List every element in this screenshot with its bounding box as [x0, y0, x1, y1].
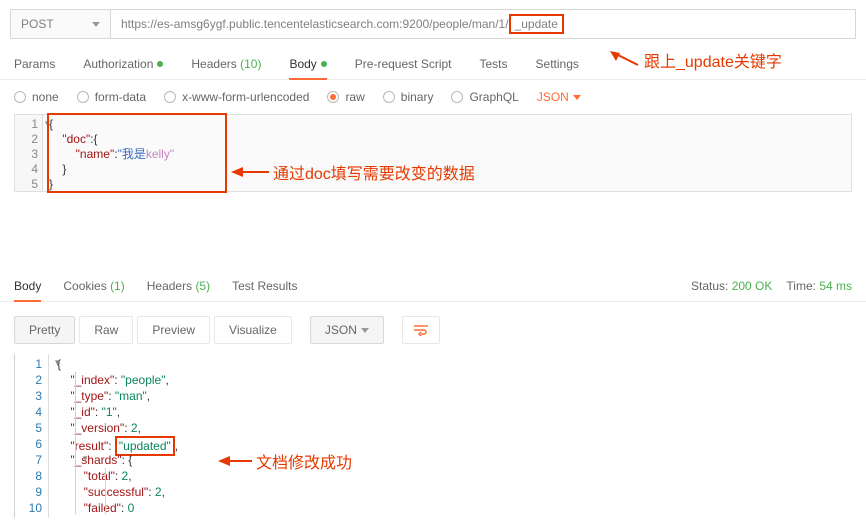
resp-tab-cookies[interactable]: Cookies (1) — [63, 271, 124, 301]
tab-body[interactable]: Body — [289, 49, 326, 79]
resp-format-select[interactable]: JSON — [310, 316, 384, 344]
btn-wrap[interactable] — [402, 316, 440, 344]
url-highlight-box: _update — [509, 14, 564, 34]
http-method-value: POST — [21, 17, 54, 31]
chevron-down-icon — [573, 95, 581, 100]
body-format-select[interactable]: JSON — [537, 90, 581, 104]
arrow-icon — [218, 454, 252, 468]
indent-guide — [75, 372, 76, 514]
fold-icon: ▾ — [55, 357, 60, 368]
arrow-icon — [231, 164, 269, 180]
indent-guide — [105, 468, 106, 514]
response-body-editor[interactable]: 12345678910 ▾ ▾ { "_index": "people", "_… — [14, 354, 852, 518]
annotation-url: 跟上_update关键字 — [610, 48, 782, 72]
http-method-select[interactable]: POST — [10, 9, 110, 39]
tab-prerequest[interactable]: Pre-request Script — [355, 49, 452, 79]
body-type-radios: none form-data x-www-form-urlencoded raw… — [0, 80, 866, 114]
radio-raw[interactable]: raw — [327, 90, 364, 104]
radio-binary[interactable]: binary — [383, 90, 434, 104]
code-area: { "_index": "people", "_type": "man", "_… — [49, 354, 852, 518]
annotation-body: 通过doc填写需要改变的数据 — [231, 160, 475, 184]
radio-graphql[interactable]: GraphQL — [451, 90, 518, 104]
radio-none[interactable]: none — [14, 90, 59, 104]
chevron-down-icon — [92, 22, 100, 27]
tab-authorization[interactable]: Authorization — [83, 49, 163, 79]
btn-visualize[interactable]: Visualize — [214, 316, 292, 344]
response-status: Status: 200 OK Time: 54 ms — [691, 279, 852, 293]
btn-raw[interactable]: Raw — [79, 316, 133, 344]
line-gutter: 12345 — [15, 115, 43, 191]
arrow-icon — [610, 51, 640, 69]
radio-formdata[interactable]: form-data — [77, 90, 146, 104]
wrap-icon — [413, 324, 429, 336]
fold-icon: ▾ — [45, 118, 50, 129]
resp-tab-headers[interactable]: Headers (5) — [147, 271, 210, 301]
annotation-result: 文档修改成功 — [218, 449, 352, 473]
url-input[interactable]: https://es-amsg6ygf.public.tencentelasti… — [110, 9, 856, 39]
resp-tab-body[interactable]: Body — [14, 271, 41, 301]
resp-tab-tests[interactable]: Test Results — [232, 271, 297, 301]
tab-headers[interactable]: Headers (10) — [191, 49, 261, 79]
response-tabs-row: Body Cookies (1) Headers (5) Test Result… — [0, 270, 866, 302]
chevron-down-icon — [361, 328, 369, 333]
tab-params[interactable]: Params — [14, 49, 55, 79]
tab-tests[interactable]: Tests — [480, 49, 508, 79]
dot-icon — [157, 61, 163, 67]
fold-icon: ▾ — [83, 453, 88, 464]
radio-urlencoded[interactable]: x-www-form-urlencoded — [164, 90, 309, 104]
btn-pretty[interactable]: Pretty — [14, 316, 75, 344]
tab-settings[interactable]: Settings — [536, 49, 579, 79]
url-text: https://es-amsg6ygf.public.tencentelasti… — [121, 17, 509, 31]
btn-preview[interactable]: Preview — [137, 316, 210, 344]
dot-icon — [321, 61, 327, 67]
response-controls: Pretty Raw Preview Visualize JSON — [0, 302, 866, 354]
line-gutter: 12345678910 — [15, 354, 49, 518]
